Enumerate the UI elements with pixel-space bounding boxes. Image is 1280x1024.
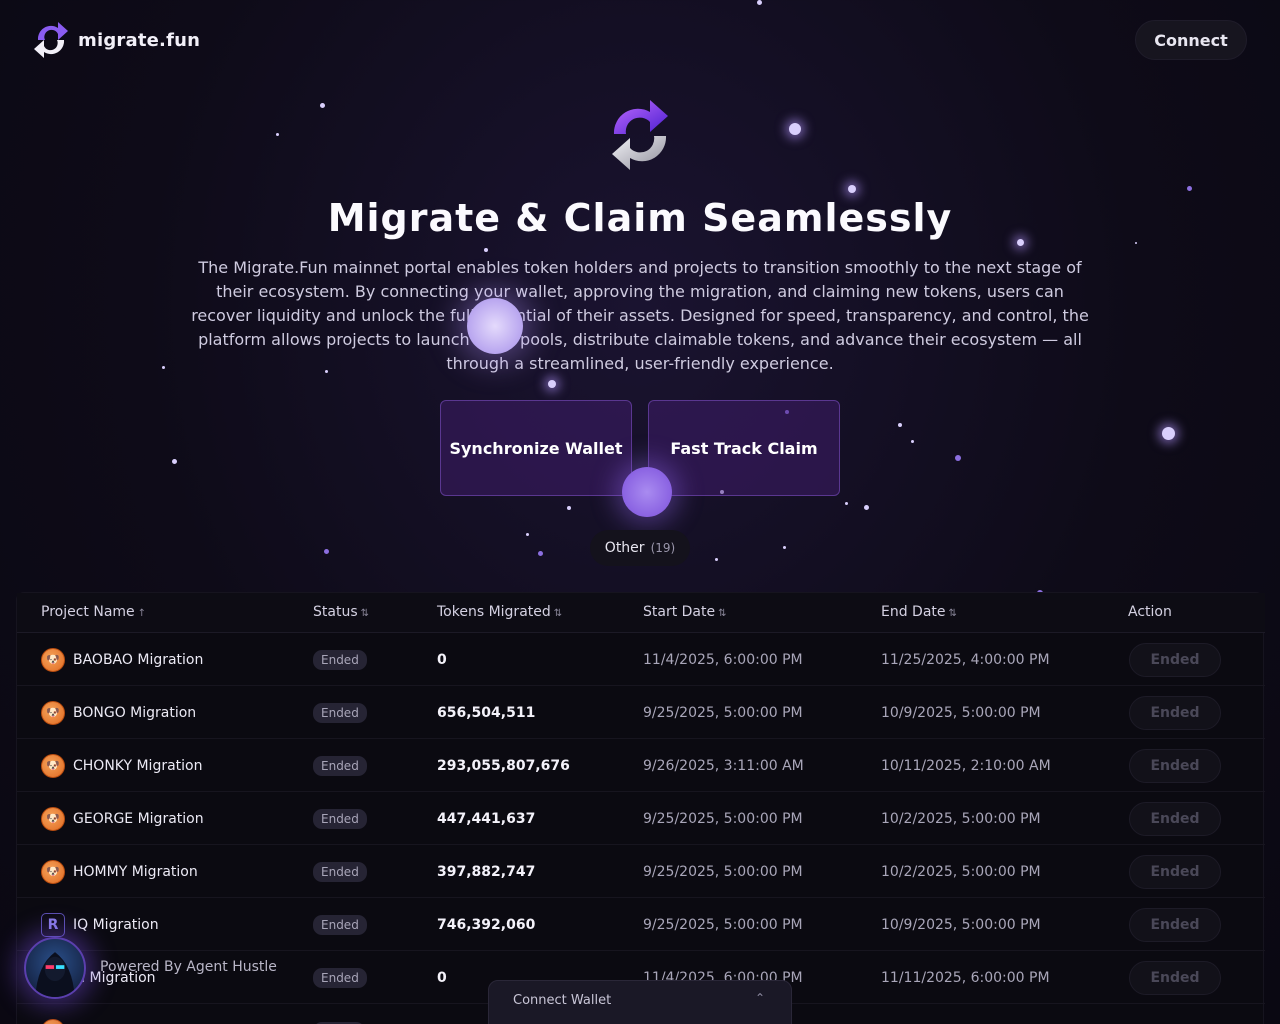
tokens-migrated: 0 [437, 969, 447, 986]
tokens-migrated: 746,392,060 [437, 916, 536, 933]
action-button[interactable]: Ended [1129, 642, 1221, 677]
column-header-tokens-migrated[interactable]: Tokens Migrated ⇅ [437, 604, 562, 620]
sort-icon: ⇅ [948, 608, 957, 619]
synchronize-wallet-button[interactable]: Synchronize Wallet [440, 400, 632, 496]
filter-tab-other[interactable]: Other (19) [590, 530, 690, 566]
sort-icon: ⇅ [718, 608, 727, 619]
connect-button[interactable]: Connect [1135, 20, 1247, 60]
tokens-migrated: 0 [437, 651, 447, 668]
project-name: IQ Migration [73, 916, 159, 933]
token-icon: 🐶 [41, 859, 65, 884]
start-date: 9/25/2025, 5:00:00 PM [643, 863, 803, 880]
sort-icon: ⇅ [360, 608, 370, 619]
status-badge: Ended [313, 702, 367, 723]
column-header-start-date[interactable]: Start Date ⇅ [643, 604, 727, 620]
refresh-arrows-icon [34, 22, 68, 58]
agent-label: Powered By Agent Hustle [100, 959, 277, 975]
hooded-agent-icon [35, 952, 75, 997]
table-row[interactable]: 🐶 CHONKY Migration Ended 293,055,807,676 … [17, 739, 1265, 792]
iq-icon: R [41, 912, 65, 937]
table-row[interactable]: 🐶 BONGO Migration Ended 656,504,511 9/25/… [17, 686, 1265, 739]
top-bar: migrate.fun Connect [0, 0, 1280, 80]
filter-label: Other [604, 540, 645, 556]
token-icon [41, 1018, 65, 1024]
agent-avatar[interactable] [24, 937, 86, 999]
table-row[interactable]: R IQ Migration Ended 746,392,060 9/25/202… [17, 898, 1265, 951]
hero-description: The Migrate.Fun mainnet portal enables t… [191, 258, 1089, 373]
status-badge: Ended [313, 914, 367, 935]
action-button[interactable]: Ended [1129, 801, 1221, 836]
decorative-orb [622, 467, 672, 517]
end-date: 10/11/2025, 2:10:00 AM [881, 757, 1051, 774]
tokens-migrated: 293,055,807,676 [437, 757, 570, 774]
table-header: Project Name ↑ Status ⇅ Tokens Migrated ⇅ S… [17, 593, 1265, 633]
end-date: 11/25/2025, 4:00:00 PM [881, 651, 1050, 668]
start-date: 9/25/2025, 5:00:00 PM [643, 810, 803, 827]
status-badge: Ended [313, 649, 367, 670]
project-name: BAOBAO Migration [73, 651, 204, 668]
decorative-orb [467, 298, 523, 354]
status-badge: Ended [313, 808, 367, 829]
project-name: HOMMY Migration [73, 863, 198, 880]
start-date: 9/25/2025, 5:00:00 PM [643, 916, 803, 933]
fast-track-claim-button[interactable]: Fast Track Claim [648, 400, 840, 496]
status-badge: Ended [313, 967, 367, 988]
token-icon: 🐶 [41, 753, 65, 778]
start-date: 9/25/2025, 5:00:00 PM [643, 704, 803, 721]
table-row[interactable]: 🐶 BAOBAO Migration Ended 0 11/4/2025, 6:0… [17, 633, 1265, 686]
action-button[interactable]: Ended [1129, 695, 1221, 730]
project-name: CHONKY Migration [73, 757, 203, 774]
column-header-action: Action [1128, 604, 1172, 620]
chevron-up-icon[interactable]: ⌃ [755, 991, 765, 1005]
start-date: 11/4/2025, 6:00:00 PM [643, 651, 803, 668]
action-button[interactable]: Ended [1129, 960, 1221, 995]
column-header-project-name[interactable]: Project Name ↑ [41, 604, 146, 620]
table-row[interactable]: 🐶 GEORGE Migration Ended 447,441,637 9/25… [17, 792, 1265, 845]
end-date: 10/2/2025, 5:00:00 PM [881, 810, 1041, 827]
action-button[interactable]: Ended [1129, 748, 1221, 783]
token-icon: 🐶 [41, 647, 65, 672]
migrate-arrows-icon [612, 100, 668, 170]
logo[interactable]: migrate.fun [32, 18, 200, 62]
sort-icon: ⇅ [553, 608, 563, 619]
start-date: 9/26/2025, 3:11:00 AM [643, 757, 804, 774]
tokens-migrated: 397,882,747 [437, 863, 536, 880]
end-date: 10/9/2025, 5:00:00 PM [881, 916, 1041, 933]
table-row[interactable]: 🐶 HOMMY Migration Ended 397,882,747 9/25/… [17, 845, 1265, 898]
status-badge: Ended [313, 755, 367, 776]
connect-wallet-panel[interactable]: Connect Wallet ⌃ [488, 980, 792, 1024]
end-date: 10/2/2025, 5:00:00 PM [881, 863, 1041, 880]
action-button[interactable]: Ended [1129, 854, 1221, 889]
tokens-migrated: 447,441,637 [437, 810, 536, 827]
status-badge: Ended [313, 861, 367, 882]
filter-count: (19) [650, 541, 676, 555]
sort-asc-icon: ↑ [137, 608, 147, 619]
column-header-end-date[interactable]: End Date ⇅ [881, 604, 957, 620]
token-icon: 🐶 [41, 806, 65, 831]
connect-wallet-label: Connect Wallet [513, 993, 612, 1008]
end-date: 10/9/2025, 5:00:00 PM [881, 704, 1041, 721]
project-name: BONGO Migration [73, 704, 197, 721]
page-title: Migrate & Claim Seamlessly [327, 196, 953, 240]
end-date: 11/11/2025, 6:00:00 PM [881, 969, 1050, 986]
logo-text: migrate.fun [78, 29, 201, 51]
tokens-migrated: 656,504,511 [437, 704, 536, 721]
token-icon: 🐶 [41, 700, 65, 725]
column-header-status[interactable]: Status ⇅ [313, 604, 369, 620]
project-name: GEORGE Migration [73, 810, 204, 827]
action-button[interactable]: Ended [1129, 907, 1221, 942]
